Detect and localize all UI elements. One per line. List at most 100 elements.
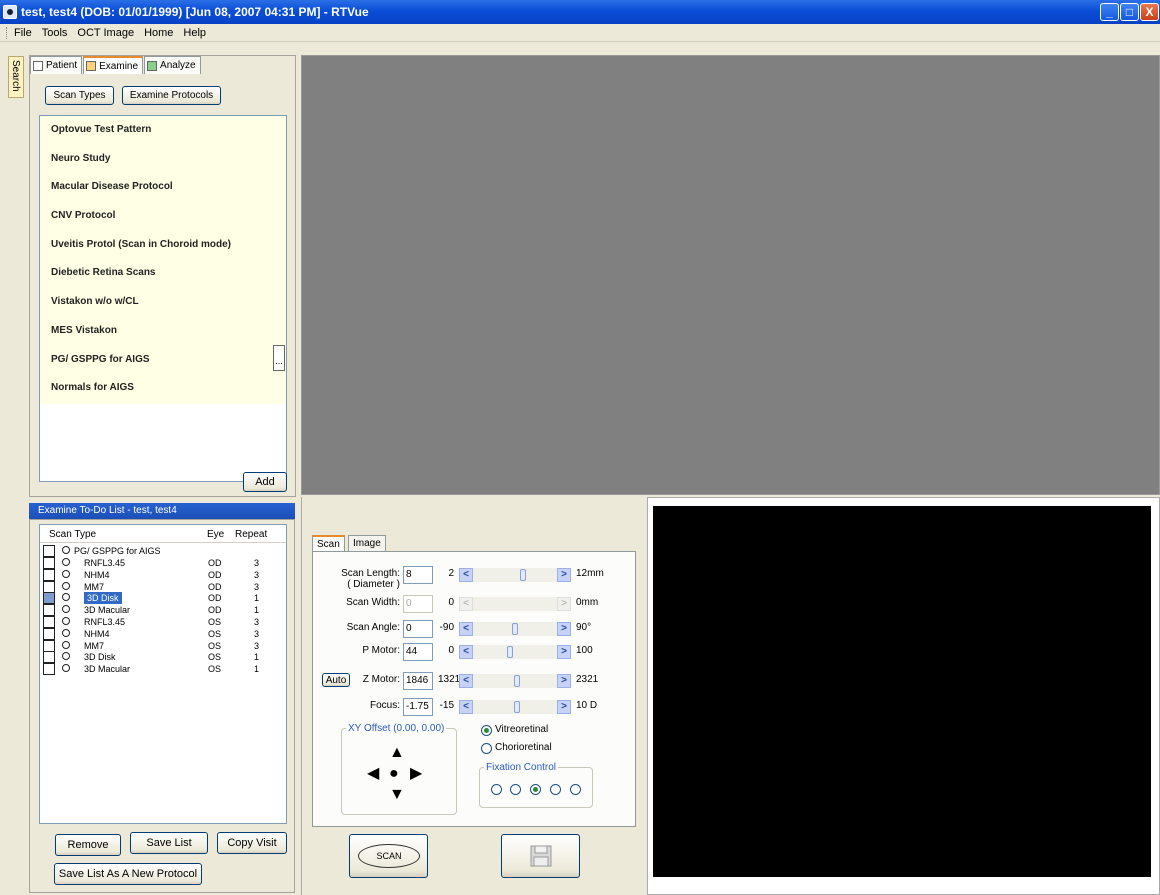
slider-left-icon[interactable]: < xyxy=(459,645,473,659)
table-row[interactable]: NHM4 OS 3 xyxy=(40,627,286,640)
checkbox[interactable] xyxy=(43,604,55,617)
slider-track[interactable] xyxy=(473,597,557,611)
table-row[interactable]: 3D Disk OS 1 xyxy=(40,651,286,664)
slider-thumb[interactable] xyxy=(514,701,520,713)
radio-icon[interactable] xyxy=(62,640,70,649)
fixation-radio-5[interactable] xyxy=(570,784,581,795)
slider-left-icon[interactable]: < xyxy=(459,568,473,582)
tab-patient[interactable]: Patient xyxy=(30,56,83,74)
menu-file[interactable]: File xyxy=(14,27,32,39)
fixation-radio-3[interactable] xyxy=(530,784,541,795)
chorioretinal-radio[interactable] xyxy=(481,743,492,754)
slider-left-icon[interactable]: < xyxy=(459,674,473,688)
menu-help[interactable]: Help xyxy=(183,27,206,39)
radio-icon[interactable] xyxy=(62,581,70,590)
checkbox[interactable] xyxy=(43,580,55,593)
arrow-down-icon[interactable]: ▼ xyxy=(389,787,405,803)
table-row[interactable]: 3D Macular OD 1 xyxy=(40,604,286,617)
p_motor-slider[interactable]: < > xyxy=(459,645,571,659)
radio-icon[interactable] xyxy=(62,628,70,637)
scan_angle-input[interactable]: 0 xyxy=(403,620,433,638)
examine-protocols-button[interactable]: Examine Protocols xyxy=(122,86,221,105)
menu-home[interactable]: Home xyxy=(144,27,173,39)
close-button[interactable]: X xyxy=(1140,3,1159,21)
protocol-item[interactable]: Macular Disease Protocol xyxy=(40,173,286,202)
scan_length-input[interactable]: 8 xyxy=(403,566,433,584)
slider-left-icon[interactable]: < xyxy=(459,622,473,636)
scan_width-input[interactable]: 0 xyxy=(403,595,433,613)
radio-icon[interactable] xyxy=(62,593,70,602)
checkbox[interactable] xyxy=(43,545,55,557)
slider-track[interactable] xyxy=(473,645,557,659)
fixation-radio-4[interactable] xyxy=(550,784,561,795)
checkbox[interactable] xyxy=(43,616,55,628)
checkbox[interactable] xyxy=(43,651,55,664)
add-button[interactable]: Add xyxy=(243,472,287,492)
maximize-button[interactable]: □ xyxy=(1120,3,1139,21)
menu-oct-image[interactable]: OCT Image xyxy=(77,27,134,39)
checkbox[interactable] xyxy=(43,639,55,652)
scan_angle-slider[interactable]: < > xyxy=(459,622,571,636)
fixation-radio-1[interactable] xyxy=(491,784,502,795)
slider-thumb[interactable] xyxy=(512,623,518,635)
checkbox[interactable] xyxy=(43,592,55,605)
live-video-view[interactable] xyxy=(653,506,1151,877)
table-row[interactable]: NHM4 OD 3 xyxy=(40,568,286,581)
radio-icon[interactable] xyxy=(62,605,70,614)
slider-right-icon[interactable]: > xyxy=(557,645,571,659)
slider-right-icon[interactable]: > xyxy=(557,568,571,582)
arrow-left-icon[interactable]: ◀ xyxy=(367,766,379,782)
tab-examine[interactable]: Examine xyxy=(83,56,144,74)
scan-types-button[interactable]: Scan Types xyxy=(45,86,114,105)
arrow-up-icon[interactable]: ▲ xyxy=(389,745,405,761)
radio-icon[interactable] xyxy=(62,664,70,673)
slider-left-icon[interactable]: < xyxy=(459,700,473,714)
menu-tools[interactable]: Tools xyxy=(42,27,68,39)
vitreoretinal-radio[interactable] xyxy=(481,725,492,736)
search-side-tab[interactable]: Search xyxy=(8,56,24,98)
col-repeat[interactable]: Repeat xyxy=(235,529,267,540)
oct-image-view[interactable] xyxy=(301,55,1160,495)
arrow-right-icon[interactable]: ▶ xyxy=(410,766,422,782)
slider-right-icon[interactable]: > xyxy=(557,622,571,636)
protocol-item[interactable]: Neuro Study xyxy=(40,145,286,174)
radio-icon[interactable] xyxy=(62,617,70,625)
z_motor-input[interactable]: 1846 xyxy=(403,672,433,690)
copy-visit-button[interactable]: Copy Visit xyxy=(217,832,287,854)
tab-analyze[interactable]: Analyze xyxy=(144,56,201,74)
protocol-item[interactable]: PG/ GSPPG for AIGS xyxy=(40,346,286,375)
table-row[interactable]: RNFL3.45 OD 3 xyxy=(40,557,286,569)
table-row[interactable]: 3D Macular OS 1 xyxy=(40,663,286,676)
save-list-button[interactable]: Save List xyxy=(130,832,208,854)
slider-thumb[interactable] xyxy=(514,675,520,687)
radio-icon[interactable] xyxy=(62,652,70,661)
table-row[interactable]: MM7 OD 3 xyxy=(40,580,286,593)
table-row[interactable]: 3D Disk OD 1 xyxy=(40,592,286,605)
auto-button[interactable]: Auto xyxy=(322,673,350,687)
slider-right-icon[interactable]: > xyxy=(557,674,571,688)
radio-icon[interactable] xyxy=(62,569,70,578)
tab-image[interactable]: Image xyxy=(348,535,386,552)
slider-track[interactable] xyxy=(473,568,557,582)
protocol-item[interactable]: Uveitis Protol (Scan in Choroid mode) xyxy=(40,231,286,260)
checkbox[interactable] xyxy=(43,663,55,676)
table-row[interactable]: RNFL3.45 OS 3 xyxy=(40,616,286,628)
slider-thumb[interactable] xyxy=(507,646,513,658)
slider-right-icon[interactable]: > xyxy=(557,700,571,714)
checkbox[interactable] xyxy=(43,627,55,640)
slider-right-icon[interactable]: > xyxy=(557,597,571,611)
center-icon[interactable]: ● xyxy=(389,766,399,782)
todo-group-row[interactable]: PG/ GSPPG for AIGS xyxy=(40,545,286,557)
focus-slider[interactable]: < > xyxy=(459,700,571,714)
slider-thumb[interactable] xyxy=(520,569,526,581)
scan-button[interactable]: SCAN xyxy=(349,834,428,878)
protocol-item[interactable]: Diebetic Retina Scans xyxy=(40,259,286,288)
protocol-item[interactable]: Optovue Test Pattern xyxy=(40,116,286,145)
save-scan-button[interactable] xyxy=(501,834,580,878)
focus-input[interactable]: -1.75 xyxy=(403,698,433,716)
protocol-item[interactable]: CNV Protocol xyxy=(40,202,286,231)
slider-left-icon[interactable]: < xyxy=(459,597,473,611)
save-as-protocol-button[interactable]: Save List As A New Protocol xyxy=(54,863,202,885)
scan_length-slider[interactable]: < > xyxy=(459,568,571,582)
p_motor-input[interactable]: 44 xyxy=(403,643,433,661)
